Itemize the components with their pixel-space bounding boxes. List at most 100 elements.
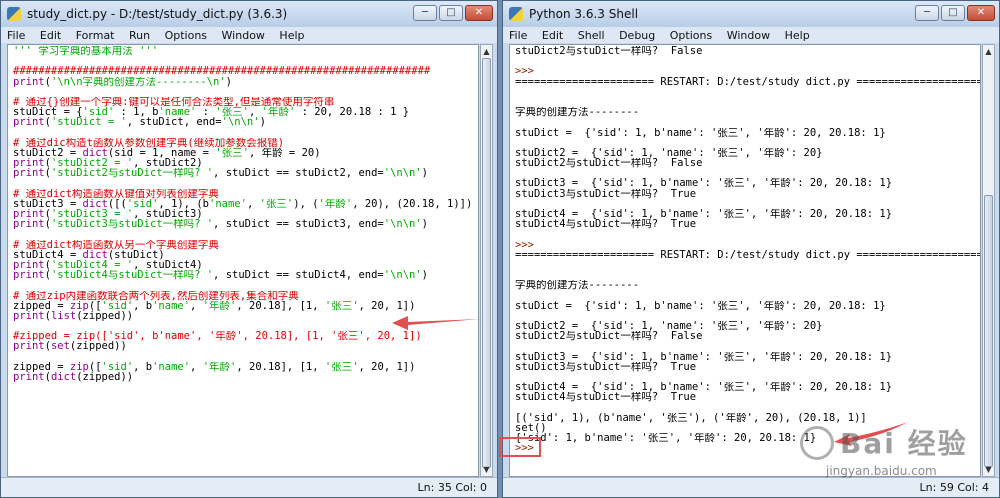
shell-output-line: stuDict3与stuDict一样吗? True bbox=[515, 189, 980, 199]
code-token: 'stuDict2 = ' bbox=[50, 158, 134, 169]
editor-menubar: File Edit Format Run Options Window Help bbox=[1, 27, 497, 43]
shell-output-line bbox=[515, 138, 980, 148]
shell-output-line: ====================== RESTART: D:/test/… bbox=[515, 250, 980, 260]
code-token: ''' 学习字典的基本用法 ''' bbox=[13, 46, 159, 57]
code-token: 字典的创建方法-------- bbox=[515, 107, 640, 118]
code-token: stuDict3与stuDict一样吗? True bbox=[515, 188, 697, 199]
minimize-button[interactable]: ─ bbox=[915, 5, 939, 21]
code-token: , stuDict == stuDict4, end= bbox=[213, 270, 384, 281]
editor-statusbar: Ln: 35 Col: 0 bbox=[1, 477, 497, 497]
code-token: print bbox=[13, 117, 45, 128]
shell-output-line: stuDict2 = {'sid': 1, 'name': '张三', '年龄'… bbox=[515, 148, 980, 158]
editor-code-line: ''' 学习字典的基本用法 ''' bbox=[13, 46, 478, 56]
code-token: 'stuDict4与stuDict一样吗? ' bbox=[50, 270, 214, 281]
minimize-button[interactable]: ─ bbox=[413, 5, 437, 21]
code-token: print bbox=[13, 341, 45, 352]
code-token: 字典的创建方法-------- bbox=[515, 280, 640, 291]
menu-options[interactable]: Options bbox=[664, 27, 717, 42]
shell-titlebar[interactable]: Python 3.6.3 Shell ─ □ ✕ bbox=[503, 1, 999, 27]
code-token: stuDict2 = {'sid': 1, 'name': '张三', '年龄'… bbox=[515, 147, 823, 159]
code-token: zip bbox=[69, 300, 89, 311]
shell-output-line: >>> bbox=[515, 66, 980, 76]
code-token: 'sid' bbox=[101, 300, 134, 311]
code-token: '张三' bbox=[324, 300, 359, 311]
editor-titlebar[interactable]: study_dict.py - D:/test/study_dict.py (3… bbox=[1, 1, 497, 27]
menu-format[interactable]: Format bbox=[70, 27, 120, 42]
code-token: print bbox=[13, 76, 45, 87]
shell-text-area[interactable]: stuDict2与stuDict一样吗? False >>> ==========… bbox=[509, 44, 981, 477]
editor-code-line: # 通过dict构造函数从键值对列表创建字典 bbox=[13, 189, 478, 199]
menu-debug[interactable]: Debug bbox=[613, 27, 660, 42]
editor-code-line bbox=[13, 56, 478, 66]
code-token: '年龄' bbox=[202, 361, 237, 372]
shell-output-line bbox=[515, 168, 980, 178]
scroll-down-icon[interactable]: ▼ bbox=[983, 463, 994, 476]
menu-help[interactable]: Help bbox=[273, 27, 309, 42]
scroll-up-icon[interactable]: ▲ bbox=[983, 45, 994, 58]
code-token: stuDict3 = {'sid': 1, b'name': '张三', '年龄… bbox=[515, 351, 893, 362]
code-token: '\n\n' bbox=[383, 219, 422, 230]
code-token: # 通过zip内建函数联合两个列表,然后创建列表,集合和字典 bbox=[13, 290, 299, 301]
menu-window[interactable]: Window bbox=[721, 27, 775, 42]
code-token: ([ bbox=[88, 361, 102, 372]
menu-run[interactable]: Run bbox=[123, 27, 155, 42]
code-token: list bbox=[50, 310, 77, 322]
editor-code-line bbox=[13, 352, 478, 362]
maximize-button[interactable]: □ bbox=[941, 5, 965, 21]
shell-scroll-thumb[interactable] bbox=[984, 195, 993, 467]
maximize-button[interactable]: □ bbox=[439, 5, 463, 21]
menu-file[interactable]: File bbox=[503, 27, 532, 42]
editor-scroll-thumb[interactable] bbox=[482, 58, 491, 468]
code-token: , stuDict4) bbox=[133, 259, 203, 271]
menu-window[interactable]: Window bbox=[216, 27, 270, 42]
editor-code-line bbox=[13, 280, 478, 290]
shell-output-line: stuDict2与stuDict一样吗? False bbox=[515, 158, 980, 168]
code-token: ====================== RESTART: D:/test/… bbox=[515, 76, 980, 87]
red-arrow-annotation-icon bbox=[392, 316, 480, 330]
code-token: stuDict3 = {'sid': 1, b'name': '张三', '年龄… bbox=[515, 178, 893, 189]
code-token: (stuDict) bbox=[107, 249, 165, 260]
menu-options[interactable]: Options bbox=[159, 27, 212, 42]
menu-shell[interactable]: Shell bbox=[572, 27, 610, 42]
menu-help[interactable]: Help bbox=[779, 27, 815, 42]
shell-output-line bbox=[515, 311, 980, 321]
code-token: 'stuDict4 = ' bbox=[50, 259, 134, 271]
shell-output-line bbox=[515, 199, 980, 209]
editor-code-line: stuDict2 = dict(sid = 1, name = '张三', 年龄… bbox=[13, 148, 478, 158]
close-button[interactable]: ✕ bbox=[465, 5, 493, 21]
shell-output-line: stuDict4 = {'sid': 1, b'name': '张三', '年龄… bbox=[515, 209, 980, 219]
scroll-down-icon[interactable]: ▼ bbox=[481, 463, 492, 476]
shell-output-line bbox=[515, 372, 980, 382]
shell-output-line bbox=[515, 229, 980, 239]
editor-code-line: print('stuDict4 = ', stuDict4) bbox=[13, 260, 478, 270]
code-token: '\n\n' bbox=[383, 168, 422, 179]
editor-code-line: stuDict4 = dict(stuDict) bbox=[13, 250, 478, 260]
code-token: '\n\n字典的创建方法--------\n' bbox=[50, 76, 226, 87]
editor-scrollbar[interactable]: ▲ ▼ bbox=[480, 44, 493, 477]
editor-code-line: ########################################… bbox=[13, 66, 478, 76]
code-token: zipped = bbox=[13, 300, 70, 311]
shell-output-line: stuDict4 = {'sid': 1, b'name': '张三', '年龄… bbox=[515, 382, 980, 392]
shell-output-line: >>> bbox=[515, 240, 980, 250]
menu-file[interactable]: File bbox=[1, 27, 30, 42]
code-token: ) bbox=[421, 219, 428, 230]
code-token: ([( bbox=[107, 198, 127, 209]
code-token: print bbox=[13, 158, 45, 169]
code-token: : 20, 20.18 : 1 } bbox=[295, 107, 410, 118]
shell-scrollbar[interactable]: ▲ ▼ bbox=[982, 44, 995, 477]
editor-text-area[interactable]: ''' 学习字典的基本用法 ''' #######################… bbox=[7, 44, 479, 477]
code-token: 'sid' bbox=[101, 361, 134, 372]
shell-output-line: 字典的创建方法-------- bbox=[515, 107, 980, 117]
code-token: '年龄' bbox=[202, 300, 237, 311]
baidu-paw-logo-icon bbox=[800, 426, 834, 460]
code-token: ====================== RESTART: D:/test/… bbox=[515, 249, 980, 260]
editor-code-line: stuDict3 = dict([('sid', 1), (b'name', '… bbox=[13, 199, 478, 209]
scroll-up-icon[interactable]: ▲ bbox=[481, 45, 492, 58]
menu-edit[interactable]: Edit bbox=[536, 27, 568, 42]
menu-edit[interactable]: Edit bbox=[34, 27, 66, 42]
close-button[interactable]: ✕ bbox=[967, 5, 995, 21]
shell-output-line bbox=[515, 291, 980, 301]
code-token: dict bbox=[50, 372, 77, 383]
shell-title: Python 3.6.3 Shell bbox=[529, 7, 639, 21]
code-token: # 通过dict构造函数从键值对列表创建字典 bbox=[13, 188, 219, 199]
